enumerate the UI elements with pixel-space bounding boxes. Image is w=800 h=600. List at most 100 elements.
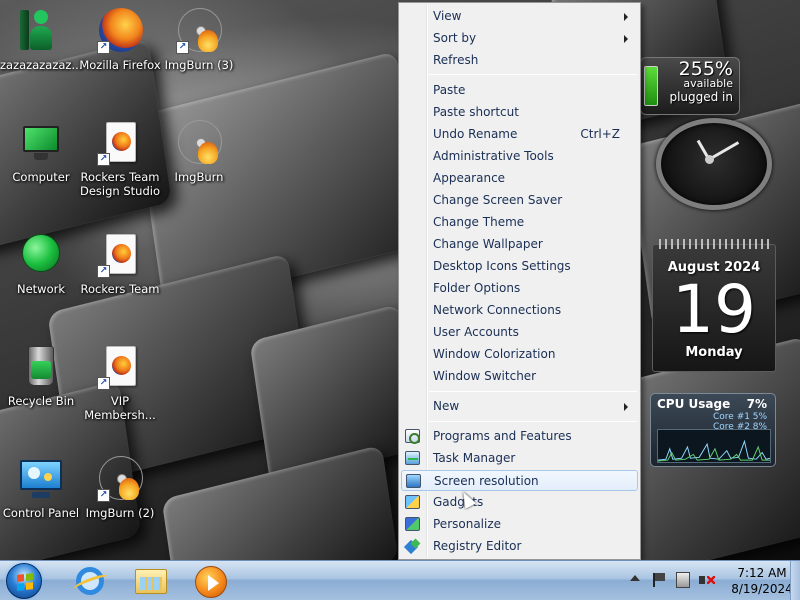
menu-item-window-colorization[interactable]: Window Colorization [401, 344, 638, 365]
desktop-icon-imgburn-3[interactable]: ↗ ImgBurn (3) [158, 8, 240, 72]
shortcut-arrow-icon: ↗ [97, 265, 110, 278]
menu-item-label: Change Theme [433, 215, 525, 229]
volume-muted-icon[interactable] [699, 573, 715, 587]
taskbar-media-player[interactable] [182, 564, 238, 598]
desktop-icon-label: Rockers Team [80, 282, 160, 296]
calendar-gadget[interactable]: August 2024 19 Monday [652, 239, 776, 372]
menu-item-sort-by[interactable]: Sort by [401, 28, 638, 49]
system-tray: 7:12 AM 8/19/2024 [610, 561, 800, 600]
computer-icon [18, 120, 64, 166]
desktop-icon-imgburn[interactable]: ImgBurn [158, 120, 240, 184]
desktop-icon-user[interactable]: zazazazazaz... [0, 8, 82, 72]
menu-item-user-accounts[interactable]: User Accounts [401, 322, 638, 343]
imgburn-icon: ↗ [176, 8, 222, 54]
clock-gadget[interactable] [650, 118, 776, 212]
shortcut-arrow-icon: ↗ [97, 153, 110, 166]
desktop-icon-label: Computer [12, 170, 70, 184]
menu-item-label: Undo Rename [433, 127, 518, 141]
imgburn-icon [176, 120, 222, 166]
menu-item-label: Window Switcher [433, 369, 537, 383]
desktop-icon-control-panel[interactable]: Control Panel [0, 456, 82, 520]
tray-time: 7:12 AM [737, 566, 787, 580]
desktop-icon-rockers-team-design-studio[interactable]: ↗ Rockers Team Design Studio [79, 120, 161, 198]
internet-explorer-icon [76, 567, 104, 595]
menu-item-label: Change Wallpaper [433, 237, 543, 251]
desktop-icon-firefox[interactable]: ↗ Mozilla Firefox [79, 8, 161, 72]
menu-item-programs-and-features[interactable]: Programs and Features [401, 426, 638, 447]
menu-item-desktop-icons-settings[interactable]: Desktop Icons Settings [401, 256, 638, 277]
menu-item-label: Programs and Features [433, 429, 572, 443]
menu-item-gadgets[interactable]: Gadgets [401, 492, 638, 513]
desktop-icon-imgburn-2[interactable]: ↗ ImgBurn (2) [79, 456, 161, 520]
start-button[interactable] [6, 563, 42, 599]
cpu-core-label: Core #1 [713, 412, 750, 422]
menu-item-label: Network Connections [433, 303, 562, 317]
menu-item-refresh[interactable]: Refresh [401, 50, 638, 71]
calendar-day: 19 [672, 271, 756, 348]
menu-item-paste-shortcut[interactable]: Paste shortcut [401, 102, 638, 123]
submenu-arrow-icon [624, 35, 628, 43]
desktop-icon-rockers-team[interactable]: ↗ Rockers Team [79, 232, 161, 296]
battery-icon [644, 66, 658, 106]
shortcut-arrow-icon: ↗ [97, 489, 110, 502]
menu-item-label: Change Screen Saver [433, 193, 563, 207]
calendar-rings [659, 239, 771, 249]
firefox-icon: ↗ [97, 8, 143, 54]
menu-separator [429, 421, 637, 422]
menu-item-label: Folder Options [433, 281, 521, 295]
desktop-icon-network[interactable]: Network [0, 232, 82, 296]
menu-item-paste[interactable]: Paste [401, 80, 638, 101]
submenu-arrow-icon [624, 403, 628, 411]
menu-item-label: Task Manager [433, 451, 516, 465]
desktop-icon-label: Network [16, 282, 66, 296]
menu-item-registry-editor[interactable]: Registry Editor [401, 536, 638, 557]
desktop-icon-vip-membership[interactable]: ↗ VIP Membersh... [79, 344, 161, 422]
firefox-shortcut-icon: ↗ [97, 120, 143, 166]
shortcut-arrow-icon: ↗ [176, 41, 189, 54]
menu-item-label: Window Colorization [433, 347, 556, 361]
menu-item-appearance[interactable]: Appearance [401, 168, 638, 189]
clock-center [705, 155, 714, 164]
menu-item-screen-resolution[interactable]: Screen resolution [401, 470, 638, 491]
show-desktop-button[interactable] [790, 561, 800, 600]
menu-item-administrative-tools[interactable]: Administrative Tools [401, 146, 638, 167]
cpu-usage-gadget[interactable]: CPU Usage 7% Core #1 5% Core #2 8% [650, 393, 776, 467]
tray-clock[interactable]: 7:12 AM 8/19/2024 [728, 565, 796, 597]
menu-item-task-manager[interactable]: Task Manager [401, 448, 638, 469]
taskbar-internet-explorer[interactable] [62, 564, 118, 598]
menu-item-change-screen-saver[interactable]: Change Screen Saver [401, 190, 638, 211]
menu-item-personalize[interactable]: Personalize [401, 514, 638, 535]
action-center-flag-icon[interactable] [653, 573, 665, 587]
tray-date: 8/19/2024 [731, 582, 793, 596]
programs-features-icon [405, 429, 420, 444]
menu-item-new[interactable]: New [401, 396, 638, 417]
desktop-icon-label: Recycle Bin [7, 394, 75, 408]
network-tray-icon[interactable] [676, 572, 690, 588]
firefox-shortcut-icon: ↗ [97, 344, 143, 390]
desktop-icon-label: Rockers Team Design Studio [80, 170, 160, 198]
task-manager-icon [405, 451, 420, 465]
menu-item-folder-options[interactable]: Folder Options [401, 278, 638, 299]
menu-item-window-switcher[interactable]: Window Switcher [401, 366, 638, 387]
show-hidden-icons-icon[interactable] [630, 575, 640, 581]
menu-item-network-connections[interactable]: Network Connections [401, 300, 638, 321]
desktop-icon-recycle-bin[interactable]: Recycle Bin [0, 344, 82, 408]
menu-item-change-wallpaper[interactable]: Change Wallpaper [401, 234, 638, 255]
desktop-icon-computer[interactable]: Computer [0, 120, 82, 184]
user-icon [18, 8, 64, 54]
menu-item-change-theme[interactable]: Change Theme [401, 212, 638, 233]
desktop-icon-label: Control Panel [2, 506, 80, 520]
cpu-usage-title: CPU Usage [657, 397, 731, 411]
menu-item-undo-rename[interactable]: Undo Rename Ctrl+Z [401, 124, 638, 145]
control-panel-icon [18, 456, 64, 502]
menu-item-label: Refresh [433, 53, 479, 67]
firefox-shortcut-icon: ↗ [97, 232, 143, 278]
battery-gadget[interactable]: 255% available plugged in [640, 57, 740, 115]
menu-item-label: View [433, 9, 462, 23]
desktop-icon-label: VIP Membersh... [84, 394, 156, 422]
desktop-context-menu: View Sort by Refresh Paste Paste shortcu… [398, 2, 641, 560]
menu-item-label: Registry Editor [433, 539, 522, 553]
menu-item-view[interactable]: View [401, 6, 638, 27]
taskbar-windows-explorer[interactable] [122, 564, 178, 598]
menu-separator [429, 74, 637, 75]
